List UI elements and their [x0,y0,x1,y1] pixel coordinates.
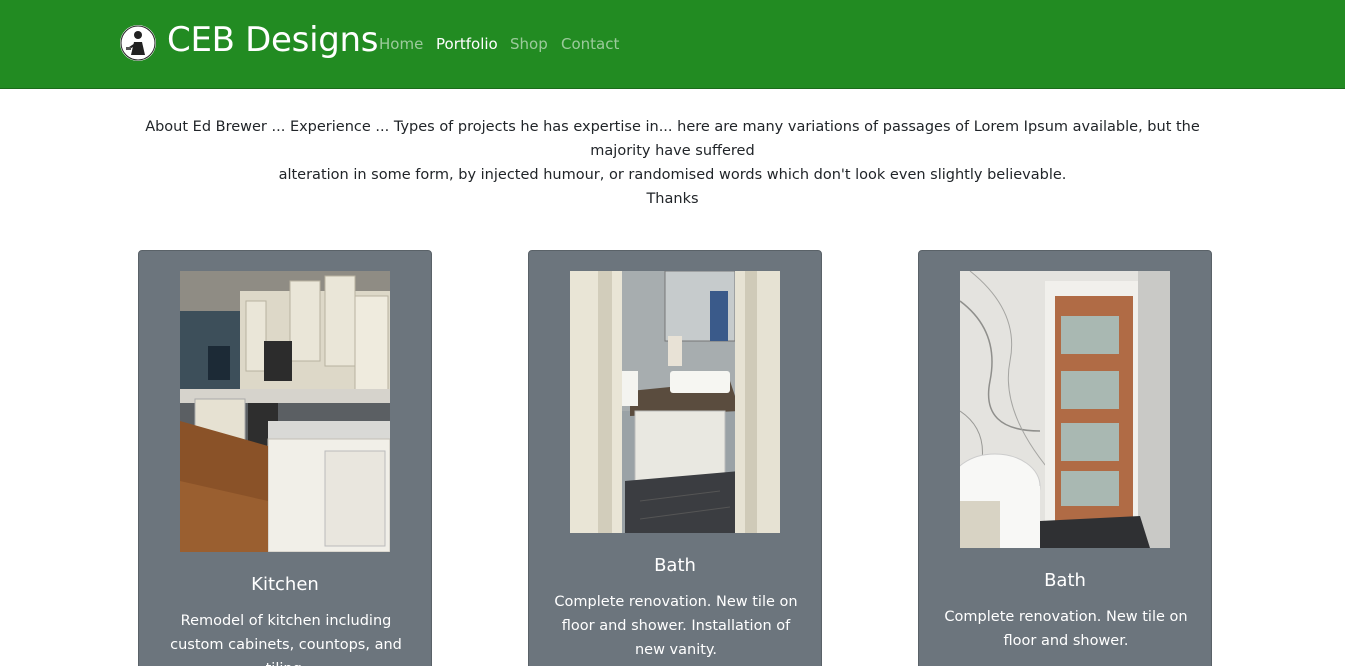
bath-shower-photo [960,271,1170,548]
nav-link-contact[interactable]: Contact [561,34,619,54]
navbar: CEB Designs Home Portfolio Shop Contact [0,0,1345,89]
card-text: Remodel of kitchen including custom cabi… [170,613,402,666]
brand-logo[interactable] [120,25,156,61]
nav-link-shop[interactable]: Shop [510,34,548,54]
card-text: Complete renovation. New tile on floor a… [554,594,798,658]
bath-vanity-photo [570,271,780,533]
portfolio-card-kitchen[interactable]: Kitchen Remodel of kitchen including cus… [138,250,432,666]
card-title: Bath [654,555,696,576]
about-line-2: alteration in some form, by injected hum… [278,167,1067,183]
logo-icon [120,25,156,61]
nav-link-portfolio[interactable]: Portfolio [436,34,498,54]
portfolio-card-bath[interactable]: Bath Complete renovation. New tile on fl… [528,250,822,666]
about-line-1: About Ed Brewer ... Experience ... Types… [145,119,1200,159]
portfolio-card-bath-2[interactable]: Bath Complete renovation. New tile on fl… [918,250,1212,666]
about-section: About Ed Brewer ... Experience ... Types… [115,115,1230,211]
kitchen-photo [180,271,390,552]
about-line-3: Thanks [646,191,699,207]
brand-name[interactable]: CEB Designs [167,18,378,62]
card-text: Complete renovation. New tile on floor a… [944,609,1188,649]
card-title: Bath [1044,570,1086,591]
nav-link-home[interactable]: Home [379,34,423,54]
card-title: Kitchen [251,574,319,595]
